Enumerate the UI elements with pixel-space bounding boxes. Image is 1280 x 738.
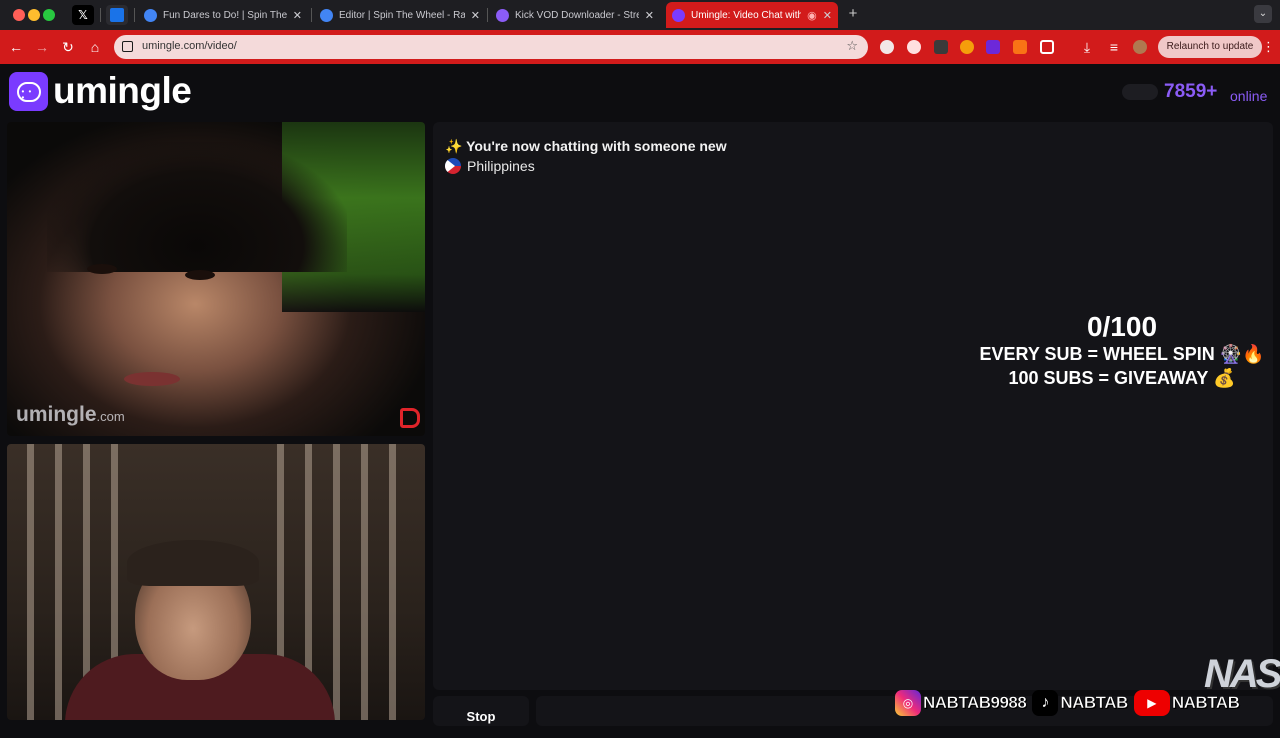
tab-kick-vod[interactable]: Kick VOD Downloader - Strea ✕: [490, 4, 660, 26]
stranger-video: umingle.com: [7, 122, 425, 436]
url-text[interactable]: umingle.com/video/: [142, 40, 237, 52]
maximize-window-button[interactable]: [43, 9, 55, 21]
tab-label: Editor | Spin The Wheel - Ran: [339, 9, 465, 21]
overlay-line-2: 100 SUBS = GIVEAWAY 💰: [1008, 368, 1236, 388]
tab-divider: [311, 8, 312, 22]
tab-label: Umingle: Video Chat with: [691, 9, 802, 21]
document-icon[interactable]: [106, 5, 128, 25]
online-count: 7859+: [1164, 81, 1218, 102]
stop-button[interactable]: Stop: [433, 696, 529, 726]
new-tab-button[interactable]: +: [845, 6, 861, 22]
tab-fun-dares[interactable]: Fun Dares to Do! | Spin The W ✕: [138, 4, 308, 26]
instagram-icon: ◎: [895, 690, 921, 716]
chat-status-message: ✨ You're now chatting with someone new: [445, 138, 727, 154]
tab-editor[interactable]: Editor | Spin The Wheel - Ran ✕: [314, 4, 486, 26]
reload-icon[interactable]: ↻: [60, 39, 76, 55]
extension-icon[interactable]: [880, 40, 894, 54]
google-icon: [144, 8, 157, 22]
site-info-icon[interactable]: [122, 41, 133, 52]
stranger-eye: [87, 264, 117, 274]
tab-divider: [100, 8, 101, 22]
country-name: Philippines: [467, 158, 535, 174]
tab-label: Fun Dares to Do! | Spin The W: [163, 9, 287, 21]
minimize-window-button[interactable]: [28, 9, 40, 21]
self-video: [7, 444, 425, 720]
umingle-icon: [672, 8, 685, 22]
puzzle-extensions-icon[interactable]: [1040, 40, 1054, 54]
home-icon[interactable]: ⌂: [87, 39, 103, 55]
media-queue-icon[interactable]: ≡: [1106, 39, 1122, 55]
philippines-flag-icon: [445, 158, 461, 174]
extension-icon[interactable]: [934, 40, 948, 54]
youtube-icon: ▶: [1133, 690, 1170, 716]
stream-overlay: 0/100 EVERY SUB = WHEEL SPIN 🎡🔥 100 SUBS…: [977, 312, 1267, 390]
extension-icon[interactable]: [907, 40, 921, 54]
social-handles: ◎ NABTAB9988 ♪ NABTAB ▶ NABTAB: [895, 688, 1245, 718]
close-tab-icon[interactable]: ✕: [293, 9, 302, 22]
window-blind: [27, 444, 34, 720]
close-tab-icon[interactable]: ✕: [645, 9, 654, 22]
address-bar[interactable]: umingle.com/video/ ☆: [114, 35, 868, 59]
x-icon[interactable]: 𝕏: [72, 5, 94, 25]
close-window-button[interactable]: [13, 9, 25, 21]
report-flag-icon[interactable]: [400, 408, 420, 428]
menu-icon[interactable]: ⋮: [1262, 39, 1275, 55]
forward-icon[interactable]: →: [34, 39, 50, 55]
brand-logo[interactable]: umingle: [53, 70, 192, 112]
browser-tab-bar: 𝕏 Fun Dares to Do! | Spin The W ✕ Editor…: [0, 0, 1280, 30]
stranger-eye: [185, 270, 215, 280]
sub-counter: 0/100: [1086, 311, 1158, 342]
kick-icon: [496, 8, 509, 22]
window-blind: [55, 444, 62, 720]
window-blind: [361, 444, 368, 720]
recording-icon: ◉: [807, 9, 817, 22]
tiktok-handle: NABTAB: [1060, 693, 1129, 713]
tab-umingle[interactable]: Umingle: Video Chat with ◉ ✕: [666, 2, 838, 28]
download-icon[interactable]: ⤓: [1079, 39, 1095, 55]
page-content: • • • umingle 7859+ online umingle.com ✨…: [0, 64, 1280, 726]
window-blind: [333, 444, 340, 720]
extension-icon[interactable]: [986, 40, 1000, 54]
chat-bubble-icon[interactable]: • • •: [9, 72, 48, 111]
tab-divider: [134, 8, 135, 22]
umingle-watermark: umingle.com: [16, 403, 125, 426]
google-icon: [320, 8, 333, 22]
chat-panel: ✨ You're now chatting with someone new P…: [433, 122, 1273, 690]
tab-divider: [487, 8, 488, 22]
streamer-logo: NAS: [1204, 652, 1280, 696]
stranger-hair: [47, 142, 347, 272]
stranger-country: Philippines: [445, 158, 535, 174]
stranger-mouth: [124, 372, 180, 386]
theme-toggle[interactable]: [1122, 84, 1158, 100]
profile-avatar[interactable]: [1133, 40, 1147, 54]
window-blind: [389, 444, 396, 720]
extension-icon[interactable]: [960, 40, 974, 54]
self-hair: [127, 540, 259, 586]
bookmark-star-icon[interactable]: ☆: [846, 38, 858, 54]
browser-toolbar: ← → ↻ ⌂ umingle.com/video/ ☆ ⤓ ≡ Relaunc…: [0, 30, 1280, 64]
overlay-line-1: EVERY SUB = WHEEL SPIN 🎡🔥: [979, 344, 1265, 364]
online-label: online: [1230, 88, 1268, 104]
relaunch-button[interactable]: Relaunch to update: [1158, 36, 1262, 58]
close-tab-icon[interactable]: ✕: [823, 9, 832, 22]
tiktok-icon: ♪: [1032, 690, 1059, 716]
tab-label: Kick VOD Downloader - Strea: [515, 9, 639, 21]
instagram-handle: NABTAB9988: [923, 693, 1027, 713]
tab-search-icon[interactable]: ⌄: [1254, 5, 1272, 23]
back-icon[interactable]: ←: [8, 39, 24, 55]
extension-icon[interactable]: [1013, 40, 1027, 54]
close-tab-icon[interactable]: ✕: [471, 9, 480, 22]
